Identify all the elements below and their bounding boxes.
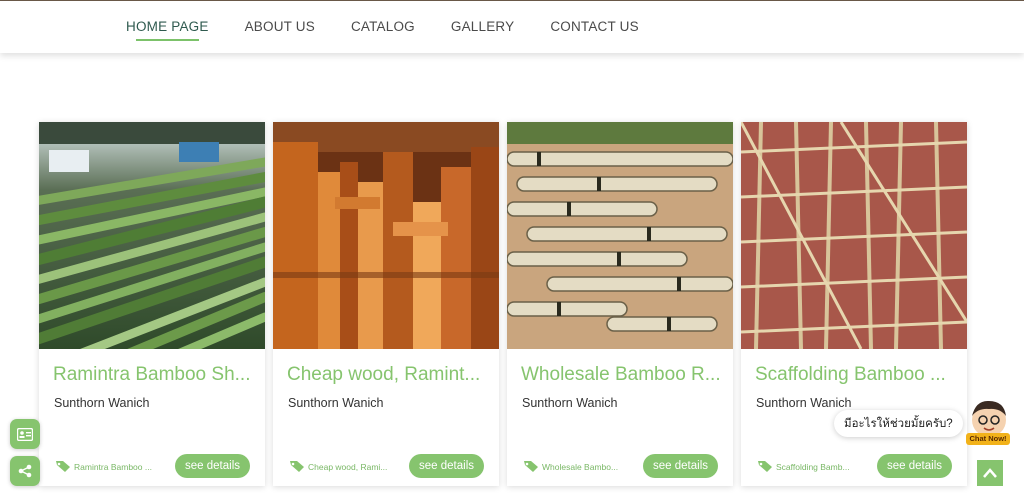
card-title[interactable]: Scaffolding Bamboo ... [755, 364, 955, 386]
bamboo-scaffolding-photo[interactable] [741, 122, 967, 349]
share-icon [18, 464, 32, 478]
nav-catalog[interactable]: CATALOG [351, 19, 415, 34]
navbar: HOME PAGE ABOUT US CATALOG GALLERY CONTA… [0, 1, 1024, 53]
see-details-button[interactable]: see details [643, 454, 718, 478]
main-nav: HOME PAGE ABOUT US CATALOG GALLERY CONTA… [126, 19, 639, 41]
product-card[interactable]: Cheap wood, Ramint... Sunthorn Wanich Ch… [273, 122, 499, 486]
contact-card-icon [17, 427, 33, 441]
tag-label: Wholesale Bambo... [542, 461, 619, 472]
see-details-button[interactable]: see details [409, 454, 484, 478]
back-to-top-button[interactable] [977, 460, 1003, 486]
card-title[interactable]: Ramintra Bamboo Sh... [53, 364, 253, 386]
card-author: Sunthorn Wanich [522, 396, 618, 410]
card-title[interactable]: Wholesale Bamboo R... [521, 364, 721, 386]
card-author: Sunthorn Wanich [54, 396, 150, 410]
see-details-button[interactable]: see details [877, 454, 952, 478]
tag-icon [290, 461, 304, 472]
arrow-up-icon [983, 468, 997, 478]
card-tag[interactable]: Scaffolding Bamb... [757, 460, 850, 473]
lumber-stacks-photo[interactable] [273, 122, 499, 349]
card-title[interactable]: Cheap wood, Ramint... [287, 364, 487, 386]
tag-icon [758, 461, 772, 472]
tag-label: Cheap wood, Rami... [308, 461, 388, 472]
nav-contact[interactable]: CONTACT US [550, 19, 639, 34]
tag-icon [56, 461, 70, 472]
chat-now-label[interactable]: Chat Now! [966, 433, 1010, 445]
nav-gallery[interactable]: GALLERY [451, 19, 514, 34]
bamboo-bundles-photo[interactable] [507, 122, 733, 349]
share-button[interactable] [10, 456, 40, 486]
card-author: Sunthorn Wanich [756, 396, 852, 410]
tag-label: Scaffolding Bamb... [776, 461, 850, 472]
bamboo-stalks-photo[interactable] [39, 122, 265, 349]
card-tag[interactable]: Ramintra Bamboo ... [55, 460, 152, 473]
card-author: Sunthorn Wanich [288, 396, 384, 410]
card-tag[interactable]: Wholesale Bambo... [523, 460, 618, 473]
product-card[interactable]: Wholesale Bamboo R... Sunthorn Wanich Wh… [507, 122, 733, 486]
product-cards: Ramintra Bamboo Sh... Sunthorn Wanich Ra… [39, 122, 967, 486]
see-details-button[interactable]: see details [175, 454, 250, 478]
contact-card-button[interactable] [10, 419, 40, 449]
tag-icon [524, 461, 538, 472]
card-tag[interactable]: Cheap wood, Rami... [289, 460, 387, 473]
nav-home[interactable]: HOME PAGE [126, 19, 209, 41]
product-card[interactable]: Ramintra Bamboo Sh... Sunthorn Wanich Ra… [39, 122, 265, 486]
chat-bubble[interactable]: มีอะไรให้ช่วยมั้ยครับ? [834, 410, 963, 437]
nav-about[interactable]: ABOUT US [245, 19, 315, 34]
tag-label: Ramintra Bamboo ... [74, 461, 152, 472]
